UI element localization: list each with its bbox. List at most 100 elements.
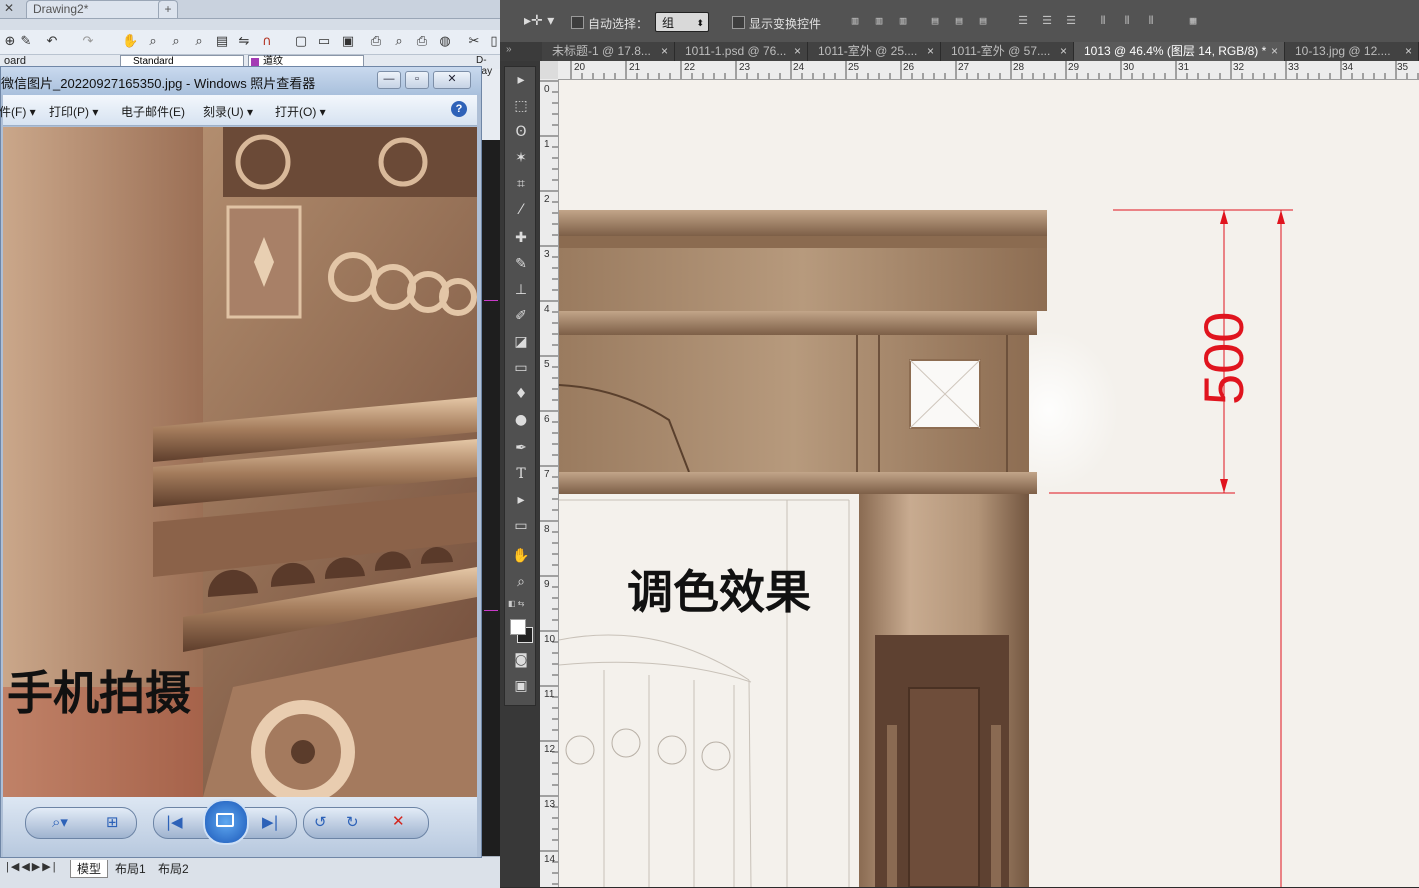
stamp-tool-icon[interactable]: ⊥ [510,279,532,301]
align-vcenter-icon[interactable]: ▥ [872,14,886,28]
foreground-color-swatch[interactable] [510,619,526,635]
next-icon[interactable]: ▶| [262,813,279,831]
zoom-icon[interactable]: ⌕▾ [52,813,68,831]
doc-tab-3[interactable]: 1011-室外 @ 25.... × [808,42,941,61]
distribute-bottom-icon[interactable]: ☰ [1064,14,1078,28]
gradient-tool-icon[interactable]: ▭ [510,357,532,379]
path-select-tool-icon[interactable]: ▸ [510,489,532,511]
lasso-tool-icon[interactable]: ʘ [510,121,532,143]
zoom-icon[interactable]: ⌕ [145,34,161,50]
panel-collapse-icon[interactable]: » [506,44,512,55]
new-tab-icon[interactable]: + [158,0,178,18]
hand-tool-icon[interactable]: ✋ [510,545,532,567]
tab-close-icon[interactable]: × [1405,42,1412,60]
pan-icon[interactable]: ✋ [122,34,138,50]
align-top-icon[interactable]: ▥ [848,14,862,28]
auto-select-dropdown[interactable]: 组 ⬍ [655,12,709,32]
distribute-hcenter-icon[interactable]: ⫴ [1120,14,1134,28]
doc-tab-2[interactable]: 1011-1.psd @ 76... × [675,42,808,61]
close-icon[interactable]: ✕ [4,1,14,15]
tab-model[interactable]: 模型 [70,860,109,878]
menu-file[interactable]: 件(F) ▾ [0,103,36,120]
zoom-tool-icon[interactable]: ⌕ [510,571,532,593]
tab-close-icon[interactable]: × [661,42,668,60]
layout-nav-icons[interactable]: |◀◀▶▶| [6,860,58,873]
match-prop-icon[interactable]: ⇋ [236,34,252,50]
doc-tab-1[interactable]: 未标题-1 @ 17.8... × [542,42,675,61]
distribute-right-icon[interactable]: ⫴ [1144,14,1158,28]
auto-align-icon[interactable]: ▦ [1186,14,1200,28]
undo-icon[interactable]: ↶ [44,34,60,50]
shape-tool-icon[interactable]: ▭ [510,515,532,537]
align-hcenter-icon[interactable]: ▤ [952,14,966,28]
show-transform-checkbox[interactable] [732,16,745,29]
properties-icon[interactable]: ▤ [214,34,230,50]
actual-size-icon[interactable]: ⊞ [106,813,119,831]
quick-mask-icon[interactable]: ◙ [510,649,532,671]
delete-icon[interactable]: ✕ [392,812,405,830]
new-file-icon[interactable]: ▢ [293,34,309,50]
horizontal-ruler[interactable]: 20 21 22 23 24 25 26 27 28 29 30 31 32 3… [558,61,1419,80]
move-tool-icon[interactable]: ▸✛ ▾ [524,13,554,29]
align-left-icon[interactable]: ▤ [928,14,942,28]
globe-icon[interactable]: ◍ [437,34,453,50]
marquee-tool-icon[interactable]: ⬚ [510,95,532,117]
align-bottom-icon[interactable]: ▥ [896,14,910,28]
blur-tool-icon[interactable]: ♦ [510,383,532,405]
tab-close-icon[interactable]: × [1271,42,1278,60]
menu-print[interactable]: 打印(P) ▾ [49,103,98,120]
rotate-ccw-icon[interactable]: ↺ [314,813,327,831]
menu-burn[interactable]: 刻录(U) ▾ [203,103,253,120]
magnet-icon[interactable]: ∩ [259,34,275,50]
print-icon[interactable]: ⎙ [368,34,384,50]
magic-wand-tool-icon[interactable]: ✶ [510,147,532,169]
help-icon[interactable]: ? [451,101,467,117]
menu-open[interactable]: 打开(O) ▾ [275,103,326,120]
rotate-cw-icon[interactable]: ↻ [346,813,359,831]
distribute-left-icon[interactable]: ⫴ [1096,14,1110,28]
slideshow-button[interactable] [203,799,249,845]
pen-tool-icon[interactable]: ✒ [510,437,532,459]
tab-close-icon[interactable]: × [927,42,934,60]
doc-tab-active[interactable]: 1013 @ 46.4% (图层 14, RGB/8) * × [1074,42,1285,61]
brush-tool-icon[interactable]: ✎ [510,253,532,275]
redo-icon[interactable]: ↷ [80,34,96,50]
brush-icon[interactable]: ✎ [18,34,34,50]
align-right-icon[interactable]: ▤ [976,14,990,28]
auto-select-checkbox[interactable] [571,16,584,29]
history-brush-tool-icon[interactable]: ✐ [510,305,532,327]
screen-mode-icon[interactable]: ▣ [510,675,532,697]
doc-tab-4[interactable]: 1011-室外 @ 57.... × [941,42,1074,61]
preview-icon[interactable]: ⌕ [391,34,407,50]
default-colors-icon[interactable]: ◧ ⇆ [508,599,524,608]
menu-email[interactable]: 电子邮件(E) [121,103,185,120]
type-tool-icon[interactable]: T [510,463,532,485]
match-icon[interactable]: ⊕ [2,34,18,50]
cad-drawing-area[interactable] [482,140,500,856]
save-icon[interactable]: ▣ [340,34,356,50]
open-file-icon[interactable]: ▭ [316,34,332,50]
doc-tab-6[interactable]: 10-13.jpg @ 12.... × [1285,42,1419,61]
vertical-ruler[interactable]: 0 1 2 3 4 5 6 7 8 9 10 11 12 13 14 [540,79,559,887]
eraser-tool-icon[interactable]: ◪ [510,331,532,353]
close-button[interactable]: ✕ [433,71,471,89]
publish-icon[interactable]: ⎙ [414,34,430,50]
previous-icon[interactable]: |◀ [166,813,183,831]
distribute-top-icon[interactable]: ☰ [1016,14,1030,28]
tab-layout1[interactable]: 布局1 [115,860,146,877]
tab-drawing2[interactable]: Drawing2* [26,0,168,18]
crop-tool-icon[interactable]: ⌗ [510,173,532,195]
zoom-prev-icon[interactable]: ⌕ [191,34,207,50]
eyedropper-tool-icon[interactable]: ⁄ [510,199,532,221]
dodge-tool-icon[interactable]: ● [510,409,532,431]
move-tool-icon[interactable]: ▸ [510,69,532,91]
cut-icon[interactable]: ✂ [466,34,482,50]
zoom-window-icon[interactable]: ⌕ [168,34,184,50]
tab-layout2[interactable]: 布局2 [158,860,189,877]
tab-close-icon[interactable]: × [1060,42,1067,60]
healing-tool-icon[interactable]: ✚ [510,227,532,249]
document-canvas[interactable]: 500 调色效果 [559,80,1419,887]
distribute-vcenter-icon[interactable]: ☰ [1040,14,1054,28]
viewer-title-bar[interactable]: 微信图片_20220927165350.jpg - Windows 照片查看器 … [1,67,481,95]
maximize-button[interactable]: ▫ [405,71,429,89]
